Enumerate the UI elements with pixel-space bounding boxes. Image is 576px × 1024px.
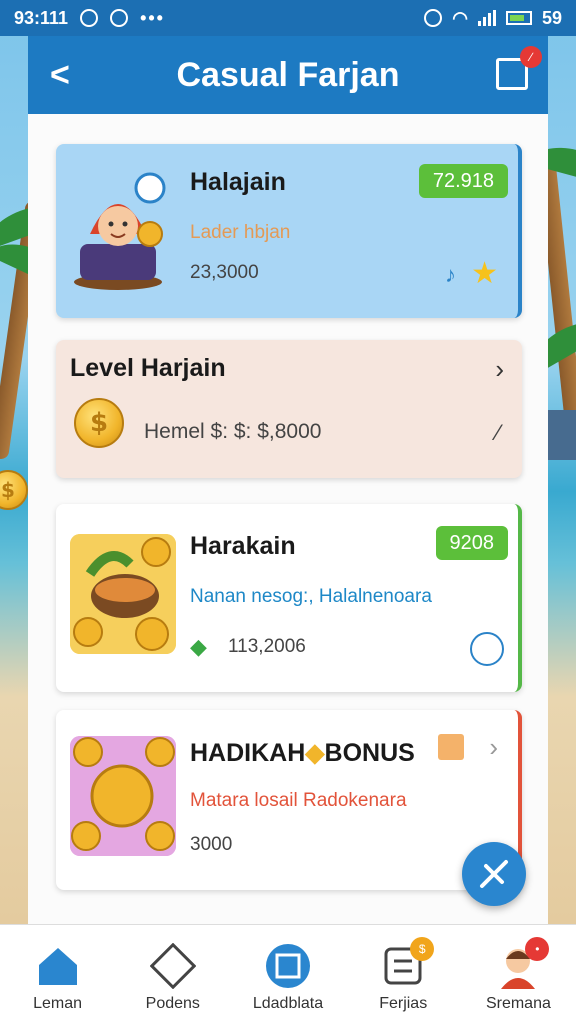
battery-icon — [505, 11, 532, 25]
character-thumbnail — [70, 164, 180, 294]
card-value: 3000 — [190, 834, 233, 855]
nav-item-profile[interactable]: • Sremana — [461, 925, 576, 1024]
card-title: Level Harjain — [70, 354, 226, 382]
card-value: 23,3000 — [190, 262, 259, 283]
gem-icon: ◆ — [190, 634, 207, 659]
coin-icon: $ — [74, 398, 124, 448]
nav-label: Sremana — [485, 995, 551, 1012]
alarm-icon — [424, 9, 443, 27]
card-title-main: HADIKAH — [190, 739, 306, 767]
food-thumbnail — [70, 534, 176, 654]
map-icon — [149, 942, 197, 990]
nav-item-podens[interactable]: Podens — [115, 925, 230, 1024]
gift-icon[interactable] — [438, 734, 464, 760]
coins-thumbnail — [70, 736, 176, 856]
card-title: Harakain — [190, 532, 296, 560]
coin-badge-icon: $ — [410, 937, 435, 961]
status-time: 93:111 — [14, 7, 69, 28]
share-fab-button[interactable] — [462, 842, 526, 906]
wifi-icon: ◠ — [452, 7, 468, 28]
sync-icon — [110, 9, 129, 27]
page-title: Casual Farjan — [176, 55, 400, 94]
chevron-right-icon[interactable]: › — [489, 732, 498, 763]
edit-icon[interactable]: ⁄ — [496, 420, 500, 446]
card-subtitle: Lader hbjan — [190, 222, 291, 243]
nav-item-tasks[interactable]: $ Ferjias — [346, 925, 461, 1024]
game-card-halajain[interactable]: Halajain Lader hbjan 23,3000 72.918 ♪ ★ — [56, 144, 522, 318]
nav-label: Ldadblata — [252, 995, 324, 1012]
profile-avatar-icon: • — [495, 937, 550, 989]
card-title: HADIKAH◆BONUS — [190, 738, 415, 768]
nav-label: Podens — [145, 995, 200, 1012]
score-badge: 72.918 — [418, 164, 508, 198]
card-subtitle: Nanan nesog:, Halalnenoara — [190, 586, 432, 607]
app-header: < Casual Farjan ∕ — [28, 36, 548, 114]
nav-item-home[interactable]: Leman — [0, 925, 115, 1024]
signal-icon — [477, 10, 496, 26]
chevron-right-icon[interactable]: › — [495, 354, 504, 385]
more-notifications-icon: ••• — [140, 7, 165, 28]
tasks-icon: $ — [380, 937, 435, 989]
card-subtitle: Matara losail Radokenara — [190, 790, 407, 811]
leaderboard-icon — [265, 943, 311, 989]
battery-level: 59 — [541, 7, 562, 28]
bottom-navigation: Leman Podens Ldadblata $ Ferjias • Srema… — [0, 924, 576, 1024]
nav-item-leaderboard[interactable]: Ldadblata — [230, 925, 345, 1024]
card-value: 113,2006 — [228, 636, 306, 657]
game-card-harakain[interactable]: Harakain Nanan nesog:, Halalnenoara ◆ 11… — [56, 504, 522, 692]
timer-icon[interactable] — [470, 632, 504, 666]
level-card[interactable]: Level Harjain › $ Hemel $: $: $,8000 ⁄ — [56, 340, 522, 478]
bonus-card[interactable]: HADIKAH◆BONUS Matara losail Radokenara 3… — [56, 710, 522, 890]
coin-mini-icon: ◆ — [305, 739, 325, 767]
status-bar: 93:111 ••• ◠ 59 — [0, 0, 576, 36]
card-title-suffix: BONUS — [324, 739, 415, 767]
water-drop-icon: ♪ — [445, 262, 456, 287]
content-panel: Halajain Lader hbjan 23,3000 72.918 ♪ ★ … — [28, 114, 548, 924]
star-icon: ★ — [471, 257, 498, 290]
cart-badge: ∕ — [520, 46, 542, 68]
nav-label: Leman — [33, 995, 83, 1012]
score-badge: 9208 — [435, 526, 508, 560]
notification-badge: • — [525, 937, 550, 961]
card-title: Halajain — [190, 168, 286, 196]
nav-label: Ferjias — [379, 995, 428, 1012]
card-value: Hemel $: $: $,8000 — [144, 420, 322, 443]
notification-icon — [80, 9, 99, 27]
home-icon — [35, 943, 81, 989]
back-arrow-icon[interactable]: < — [50, 56, 70, 95]
